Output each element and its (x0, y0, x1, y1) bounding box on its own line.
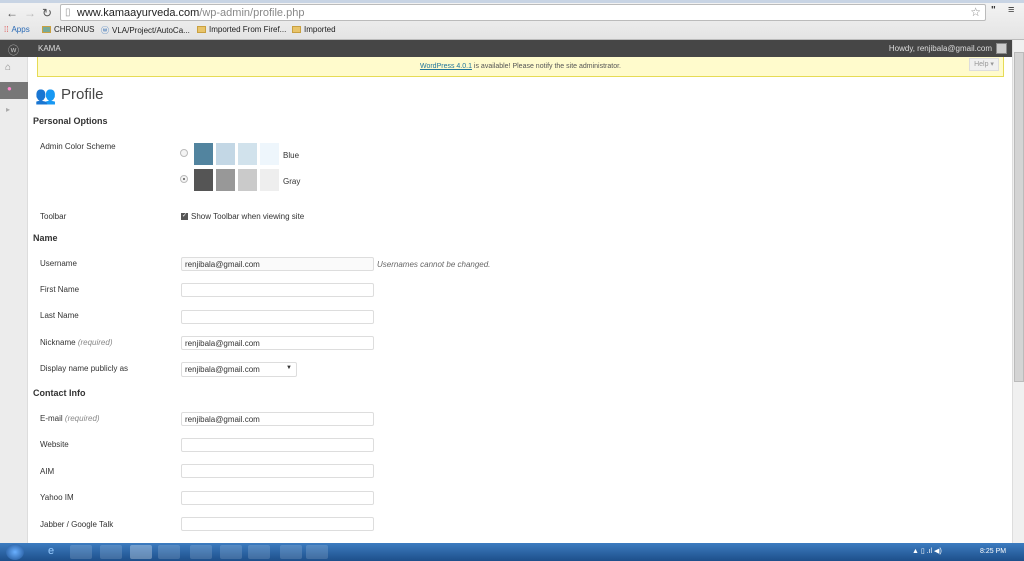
last-name-input[interactable] (181, 310, 374, 324)
website-input[interactable] (181, 438, 374, 452)
color-scheme-radio-gray[interactable] (180, 175, 188, 183)
extension-icon[interactable]: " (991, 5, 996, 16)
bookmark-chronus[interactable]: CHRONUS (42, 25, 94, 34)
image-icon (42, 26, 51, 33)
last-name-label: Last Name (40, 311, 79, 320)
scheme-name-blue: Blue (283, 151, 300, 160)
nickname-label: Nickname (required) (40, 338, 113, 347)
swatch-blue-2[interactable] (216, 143, 235, 165)
scheme-name-gray: Gray (283, 177, 301, 186)
email-label: E-mail (required) (40, 414, 100, 423)
jabber-input[interactable] (181, 517, 374, 531)
show-toolbar-checkbox[interactable]: ✓ (181, 213, 188, 220)
settings-app-icon[interactable] (280, 545, 302, 559)
dashboard-home-icon[interactable]: ⌂ (5, 62, 11, 73)
bookmark-apps[interactable]: ⁞⁞ Apps (4, 25, 30, 34)
tab-strip (0, 0, 1024, 3)
back-icon[interactable]: ← (6, 6, 18, 20)
notice-text: is available! Please notify the site adm… (471, 63, 622, 70)
tray-overflow-icon[interactable]: ▲ ▯ .ıl ◀) (912, 547, 942, 555)
aim-label: AIM (40, 467, 55, 476)
collapse-menu-icon[interactable]: ▸ (6, 105, 10, 114)
page-scrollbar[interactable] (1012, 40, 1024, 543)
dropdown-arrow-icon: ▼ (286, 365, 292, 371)
avatar[interactable] (996, 43, 1007, 54)
swatch-gray-1[interactable] (194, 169, 213, 191)
app-icon[interactable] (248, 545, 270, 559)
bookmark-imported[interactable]: Imported (292, 25, 336, 34)
username-label: Username (40, 259, 77, 268)
wordpress-update-link[interactable]: WordPress 4.0.1 (420, 63, 472, 70)
folder-app-icon[interactable] (220, 545, 242, 559)
clock[interactable]: 8:25 PM (980, 548, 1006, 555)
color-scheme-label: Admin Color Scheme (40, 142, 116, 151)
site-name-link[interactable]: KAMA (38, 44, 61, 53)
show-toolbar-label: Show Toolbar when viewing site (191, 212, 305, 221)
windows-taskbar: e ▲ ▯ .ıl ◀) 8:25 PM (0, 543, 1024, 561)
update-notice: WordPress 4.0.1 is available! Please not… (37, 57, 1004, 77)
wp-admin-bar: ⓦ KAMA Howdy, renjibala@gmail.com (0, 40, 1012, 57)
media-player-icon[interactable] (100, 545, 122, 559)
yahoo-label: Yahoo IM (40, 493, 74, 502)
admin-sidebar: ⌂ ● ▸ (0, 57, 28, 543)
swatch-gray-3[interactable] (238, 169, 257, 191)
first-name-label: First Name (40, 285, 80, 294)
aim-input[interactable] (181, 464, 374, 478)
username-note: Usernames cannot be changed. (377, 260, 491, 269)
browser-chrome: ← → ↻ ▯ www.kamaayurveda.com/wp-admin/pr… (0, 0, 1024, 40)
sidebar-item-profile[interactable]: ● (0, 82, 28, 99)
toolbar-label: Toolbar (40, 212, 67, 221)
email-input[interactable]: renjibala@gmail.com (181, 412, 374, 426)
username-input[interactable]: renjibala@gmail.com (181, 257, 374, 271)
notepad-icon[interactable] (306, 545, 328, 559)
display-name-select[interactable]: renjibala@gmail.com ▼ (181, 362, 297, 377)
name-heading: Name (33, 233, 58, 243)
chrome-icon[interactable] (130, 545, 152, 559)
apps-grid-icon: ⁞⁞ (4, 25, 9, 34)
swatch-blue-4[interactable] (260, 143, 279, 165)
swatch-gray-2[interactable] (216, 169, 235, 191)
help-button[interactable]: Help ▾ (969, 58, 999, 71)
jabber-label: Jabber / Google Talk (40, 520, 114, 529)
firefox-icon[interactable] (158, 545, 180, 559)
bookmark-imported-firefox[interactable]: Imported From Firef... (197, 25, 286, 34)
swatch-gray-4[interactable] (260, 169, 279, 191)
page-title: Profile (61, 86, 104, 103)
folder-icon (292, 26, 301, 33)
start-button[interactable] (6, 544, 24, 560)
first-name-input[interactable] (181, 283, 374, 297)
address-bar[interactable]: ▯ www.kamaayurveda.com/wp-admin/profile.… (60, 4, 986, 21)
contact-info-heading: Contact Info (33, 388, 86, 398)
yahoo-input[interactable] (181, 491, 374, 505)
website-label: Website (40, 440, 69, 449)
outlook-icon[interactable] (190, 545, 212, 559)
wordpress-icon: ⓦ (101, 26, 109, 35)
bookmark-vla[interactable]: ⓦ VLA/Project/AutoCa... (101, 25, 190, 36)
wordpress-logo-icon[interactable]: ⓦ (8, 42, 19, 58)
forward-icon[interactable]: → (24, 6, 36, 20)
nickname-input[interactable]: renjibala@gmail.com (181, 336, 374, 350)
page-icon: ▯ (65, 7, 71, 18)
personal-options-heading: Personal Options (33, 116, 108, 126)
display-name-label: Display name publicly as (40, 364, 129, 373)
color-scheme-radio-blue[interactable] (180, 149, 188, 157)
ie-icon[interactable]: e (48, 545, 54, 557)
folder-icon (197, 26, 206, 33)
profile-users-icon: 👥 (35, 86, 57, 105)
howdy-user-menu[interactable]: Howdy, renjibala@gmail.com (889, 44, 992, 53)
reload-icon[interactable]: ↻ (42, 6, 52, 20)
menu-icon[interactable]: ≡ (1008, 4, 1014, 16)
url-text: www.kamaayurveda.com/wp-admin/profile.ph… (77, 7, 305, 19)
explorer-icon[interactable] (70, 545, 92, 559)
bookmark-star-icon[interactable]: ☆ (970, 5, 981, 19)
swatch-blue-1[interactable] (194, 143, 213, 165)
scrollbar-thumb[interactable] (1014, 52, 1024, 382)
swatch-blue-3[interactable] (238, 143, 257, 165)
users-icon: ● (7, 84, 12, 93)
